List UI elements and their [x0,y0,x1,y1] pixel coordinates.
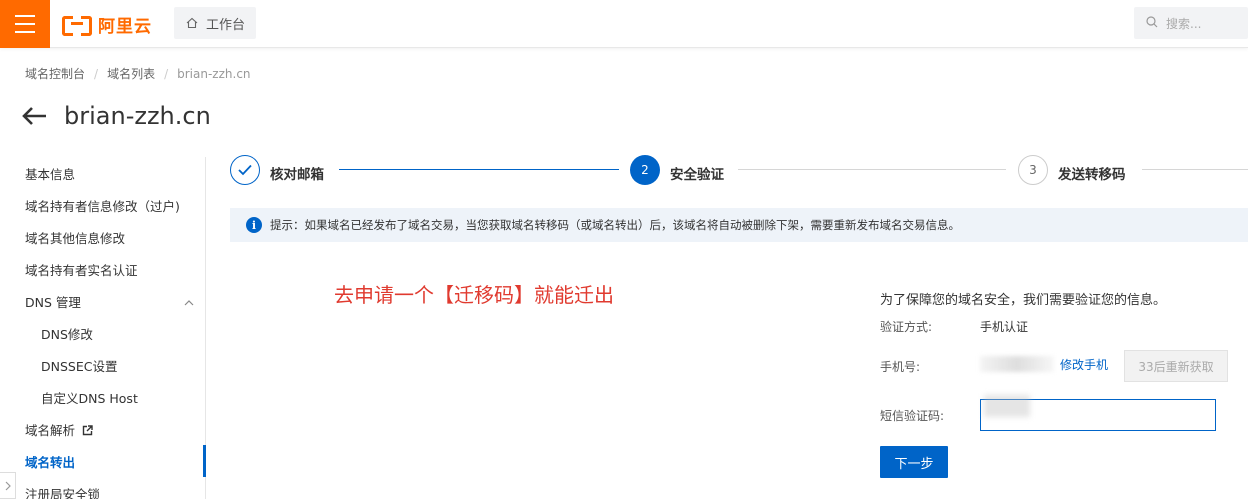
page-title: brian-zzh.cn [64,102,211,130]
search-placeholder: 搜索... [1166,16,1202,31]
sidebar-item-other-info[interactable]: 域名其他信息修改 [25,229,125,249]
step-3-circle: 3 [1018,155,1048,185]
logo-text: 阿里云 [98,16,152,37]
sidebar-item-registry-lock[interactable]: 注册局安全锁 [25,485,100,499]
sidebar: 基本信息 域名持有者信息修改（过户) 域名其他信息修改 域名持有者实名认证 DN… [0,157,206,499]
sidebar-item-dns-management[interactable]: DNS 管理 [25,293,81,313]
top-bar: 阿里云 工作台 搜索... [0,0,1248,48]
breadcrumb-separator: / [94,66,99,81]
step-connector [339,169,619,170]
step-2-label: 安全验证 [670,167,724,183]
page-header: brian-zzh.cn [22,100,211,132]
notice-text: 提示：如果域名已经发布了域名交易，当您获取域名转移码（或域名转出）后，该域名将自… [270,218,960,232]
step-2-circle: 2 [630,155,660,185]
step-indicator: 核对邮箱 2 安全验证 3 发送转移码 [230,155,1248,187]
external-link-icon [82,422,93,436]
active-indicator [203,445,206,477]
step-connector [1142,169,1248,170]
sidebar-collapse-toggle[interactable] [0,472,16,499]
workbench-button[interactable]: 工作台 [174,7,256,39]
breadcrumb: 域名控制台 / 域名列表 / brian-zzh.cn [25,65,251,82]
back-arrow-icon[interactable] [22,106,48,126]
breadcrumb-separator: / [164,66,169,81]
next-step-button[interactable]: 下一步 [880,446,948,478]
logo[interactable]: 阿里云 [62,12,152,37]
phone-label: 手机号: [880,360,921,374]
step-3-label: 发送转移码 [1058,167,1126,183]
info-icon: i [246,217,262,233]
sidebar-item-realname[interactable]: 域名持有者实名认证 [25,261,138,281]
breadcrumb-domain-console[interactable]: 域名控制台 [25,65,85,82]
method-value: 手机认证 [980,320,1029,334]
sms-code-redacted [984,395,1030,417]
sidebar-item-dnssec[interactable]: DNSSEC设置 [41,357,117,377]
sidebar-item-domain-transfer-out[interactable]: 域名转出 [25,453,75,473]
sidebar-item-dns-modify[interactable]: DNS修改 [41,325,93,345]
form-intro: 为了保障您的域名安全，我们需要验证您的信息。 [880,293,1167,308]
change-phone-link[interactable]: 修改手机 [1060,356,1108,373]
step-1-label: 核对邮箱 [270,167,324,183]
sidebar-item-holder-transfer[interactable]: 域名持有者信息修改（过户) [25,197,180,217]
resend-code-button[interactable]: 33后重新获取 [1124,350,1228,382]
logo-mark-icon [62,14,92,36]
breadcrumb-current: brian-zzh.cn [177,66,251,81]
search-icon [1146,15,1158,31]
method-label: 验证方式: [880,320,933,334]
phone-number-redacted [980,356,1054,372]
notice-banner: i 提示：如果域名已经发布了域名交易，当您获取域名转移码（或域名转出）后，该域名… [230,208,1248,242]
search-box[interactable]: 搜索... [1134,7,1248,39]
chevron-up-icon[interactable] [184,298,194,309]
annotation-text: 去申请一个【迁移码】就能迁出 [334,283,614,307]
sidebar-item-dns-resolve[interactable]: 域名解析 [25,421,93,441]
sidebar-item-basic-info[interactable]: 基本信息 [25,165,75,185]
home-icon [186,17,198,29]
sms-code-label: 短信验证码: [880,409,945,423]
menu-icon[interactable] [0,0,50,48]
step-connector [738,169,1006,170]
sidebar-item-label: 域名解析 [25,423,76,438]
breadcrumb-domain-list[interactable]: 域名列表 [107,65,155,82]
sidebar-item-custom-dns-host[interactable]: 自定义DNS Host [41,389,138,409]
workbench-label: 工作台 [206,17,246,33]
step-1-check-icon [230,155,260,185]
